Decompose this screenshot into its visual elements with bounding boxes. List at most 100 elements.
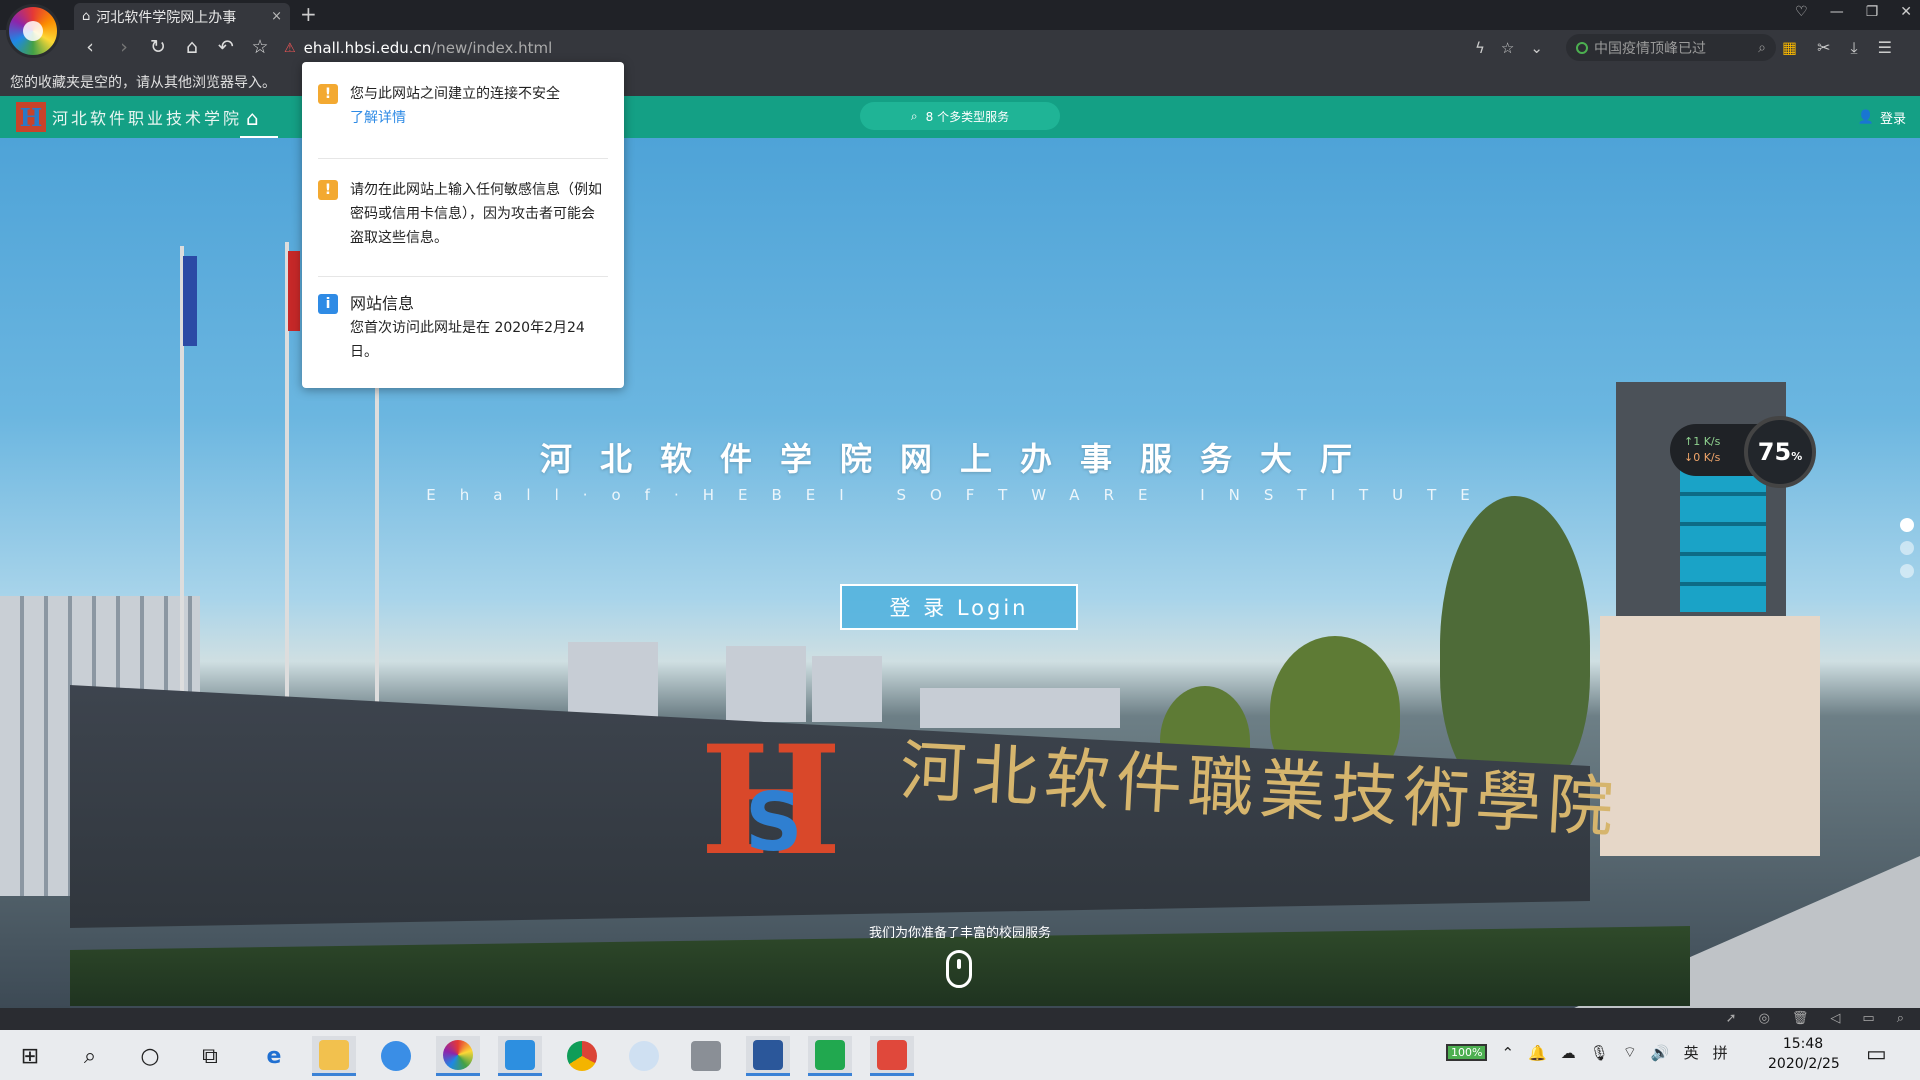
memory-percent-unit: % [1791,449,1803,463]
toolbar-tools: ▦ ✂ ⤓ ☰ [1782,38,1892,58]
gate-base [1600,616,1820,856]
insecure-connection-item: ! 您与此网站之间建立的连接不安全 了解详情 [318,82,608,130]
network-speed-widget[interactable]: ↑1 K/s ↓0 K/s 75% [1670,416,1816,488]
tab-title: 河北软件学院网上办事 [96,9,237,26]
apps-grid-icon[interactable]: ▦ [1782,38,1797,58]
close-icon[interactable]: × [271,9,282,24]
insecure-title: 您与此网站之间建立的连接不安全 [350,86,560,102]
task-view-icon[interactable]: ⧉ [188,1036,232,1076]
system-tray: 100% ⌃ 🔔 ☁ 🎙 ⌔ 🔊 英 拼 [1446,1042,1728,1063]
divider [318,276,608,277]
flag [288,251,300,331]
file-explorer-icon[interactable] [312,1036,356,1076]
browser-tab[interactable]: ⌂ 河北软件学院网上办事 × [74,3,290,30]
browser-status-bar: ➚ ◎ 🗑 ◁ ▭ ⌕ [0,1008,1920,1030]
forward-icon[interactable]: › [114,36,134,58]
page-dot-3[interactable] [1900,564,1914,578]
home-icon[interactable]: ⌂ [246,106,272,130]
remote-app-icon[interactable] [498,1036,542,1076]
address-host: ehall.hbsi.edu.cn [303,39,432,57]
chevron-down-icon[interactable]: ⌄ [1530,39,1543,57]
video-app-icon[interactable] [684,1036,728,1076]
app-l-icon[interactable] [374,1036,418,1076]
undo-close-icon[interactable]: ↶ [216,36,236,58]
ime-mode[interactable]: 拼 [1713,1042,1728,1063]
notification-bell-icon[interactable]: 🔔 [1528,1044,1547,1062]
distant-tower [726,646,806,722]
scissors-icon[interactable]: ✂ [1817,38,1830,58]
home-page-icon[interactable]: ⌂ [182,36,202,58]
browser-logo-icon[interactable] [6,4,60,58]
web-page: H S 河北软件職業技術學院 H 河北软件职业技术学院 ⌂ ⌕ 8 个多类型服务… [0,96,1920,1008]
cortana-icon[interactable]: ○ [128,1036,172,1076]
favorite-icon[interactable]: ☆ [1501,39,1514,57]
learn-more-link[interactable]: 了解详情 [350,106,560,130]
wifi-icon[interactable]: ⌔ [1623,1043,1637,1062]
search-placeholder: 中国疫情顶峰已过 [1594,40,1706,57]
browser-taskbar-icon[interactable] [436,1036,480,1076]
login-button[interactable]: 登 录 Login [840,584,1078,630]
window-close-icon[interactable]: ✕ [1900,4,1912,20]
bookmark-star-icon[interactable]: ☆ [250,36,270,58]
download-icon[interactable]: ⤓ [1851,38,1858,58]
camtasia-red-icon[interactable] [870,1036,914,1076]
cloud-icon[interactable]: ☁ [1561,1044,1576,1062]
clock-date: 2020/2/25 [1768,1056,1840,1072]
address-bar[interactable]: ⚠ ehall.hbsi.edu.cn /new/index.html [284,34,1544,62]
warning-icon: ! [318,84,338,104]
site-logo-name: 河北软件职业技术学院 [52,109,243,128]
page-dot-2[interactable] [1900,541,1914,555]
bookmarks-bar[interactable]: 您的收藏夹是空的，请从其他浏览器导入。 [0,66,1920,96]
volume-icon[interactable]: 🔊 [1651,1044,1670,1062]
insecure-lock-icon[interactable]: ⚠ [284,41,296,56]
hero-title: 河北软件学院网上办事服务大厅 [539,440,1380,478]
search-icon[interactable]: ⌕ [68,1036,112,1076]
skin-icon[interactable]: ♡ [1795,4,1808,20]
restore-icon[interactable]: ❐ [1866,4,1879,20]
battery-indicator[interactable]: 100% [1446,1044,1488,1061]
rocket-icon[interactable]: ➚ [1726,1011,1737,1026]
action-center-icon[interactable]: ▭ [1866,1042,1887,1067]
speed-icon[interactable]: ◎ [1759,1011,1770,1026]
globe-app-icon[interactable] [622,1036,666,1076]
memory-percent: 75 [1757,438,1792,466]
edge-icon[interactable]: e [252,1036,296,1076]
search-icon[interactable]: ⌕ [1758,40,1766,56]
minimize-icon[interactable]: — [1830,4,1844,20]
reload-icon[interactable]: ↻ [148,36,168,58]
site-logo[interactable]: H 河北软件职业技术学院 [16,102,242,132]
browser-toolbar: ‹ › ↻ ⌂ ↶ ☆ ⚠ ehall.hbsi.edu.cn /new/ind… [0,30,1920,66]
word-icon[interactable] [746,1036,790,1076]
menu-icon[interactable]: ☰ [1878,38,1892,58]
chevron-up-icon[interactable]: ⌃ [1501,1044,1514,1062]
page-dot-1[interactable] [1900,518,1914,532]
home-icon: ⌂ [82,9,91,24]
camtasia-green-icon[interactable] [808,1036,852,1076]
search-input[interactable]: 中国疫情顶峰已过 ⌕ [1566,34,1776,61]
scroll-mouse-icon[interactable] [946,950,972,988]
address-actions: ϟ ☆ ⌄ [1475,39,1543,57]
lightning-icon[interactable]: ϟ [1475,39,1485,57]
address-path: /new/index.html [431,39,553,57]
start-button[interactable]: ⊞ [8,1036,52,1076]
back-icon[interactable]: ‹ [80,36,100,58]
upload-speed: ↑1 K/s [1684,435,1721,448]
sensitive-warning: 请勿在此网站上输入任何敏感信息（例如密码或信用卡信息），因为攻击者可能会盗取这些… [350,182,602,246]
info-icon: i [318,294,338,314]
chrome-icon[interactable] [560,1036,604,1076]
service-search-button[interactable]: ⌕ 8 个多类型服务 [860,102,1060,130]
taskbar: ⊞ ⌕ ○ ⧉ e 100% ⌃ 🔔 ☁ 🎙 ⌔ 🔊 英 拼 15:48 202… [0,1030,1920,1080]
page-dots [1900,518,1914,578]
window-controls: ♡ — ❐ ✕ [1795,4,1912,20]
sound-icon[interactable]: ◁ [1830,1011,1840,1026]
nav-active-indicator [240,136,278,138]
trash-icon[interactable]: 🗑 [1792,1011,1809,1026]
zoom-icon[interactable]: ⌕ [1897,1011,1904,1026]
microphone-icon[interactable]: 🎙 [1590,1044,1609,1062]
clock[interactable]: 15:48 2020/2/25 [1768,1034,1840,1074]
new-tab-button[interactable]: + [300,2,317,26]
window-icon[interactable]: ▭ [1862,1011,1874,1026]
ime-language[interactable]: 英 [1684,1042,1699,1063]
header-login-link[interactable]: 👤 登录 [1858,108,1906,127]
site-info-text: 您首次访问此网址是在 2020年2月24日。 [350,320,585,360]
